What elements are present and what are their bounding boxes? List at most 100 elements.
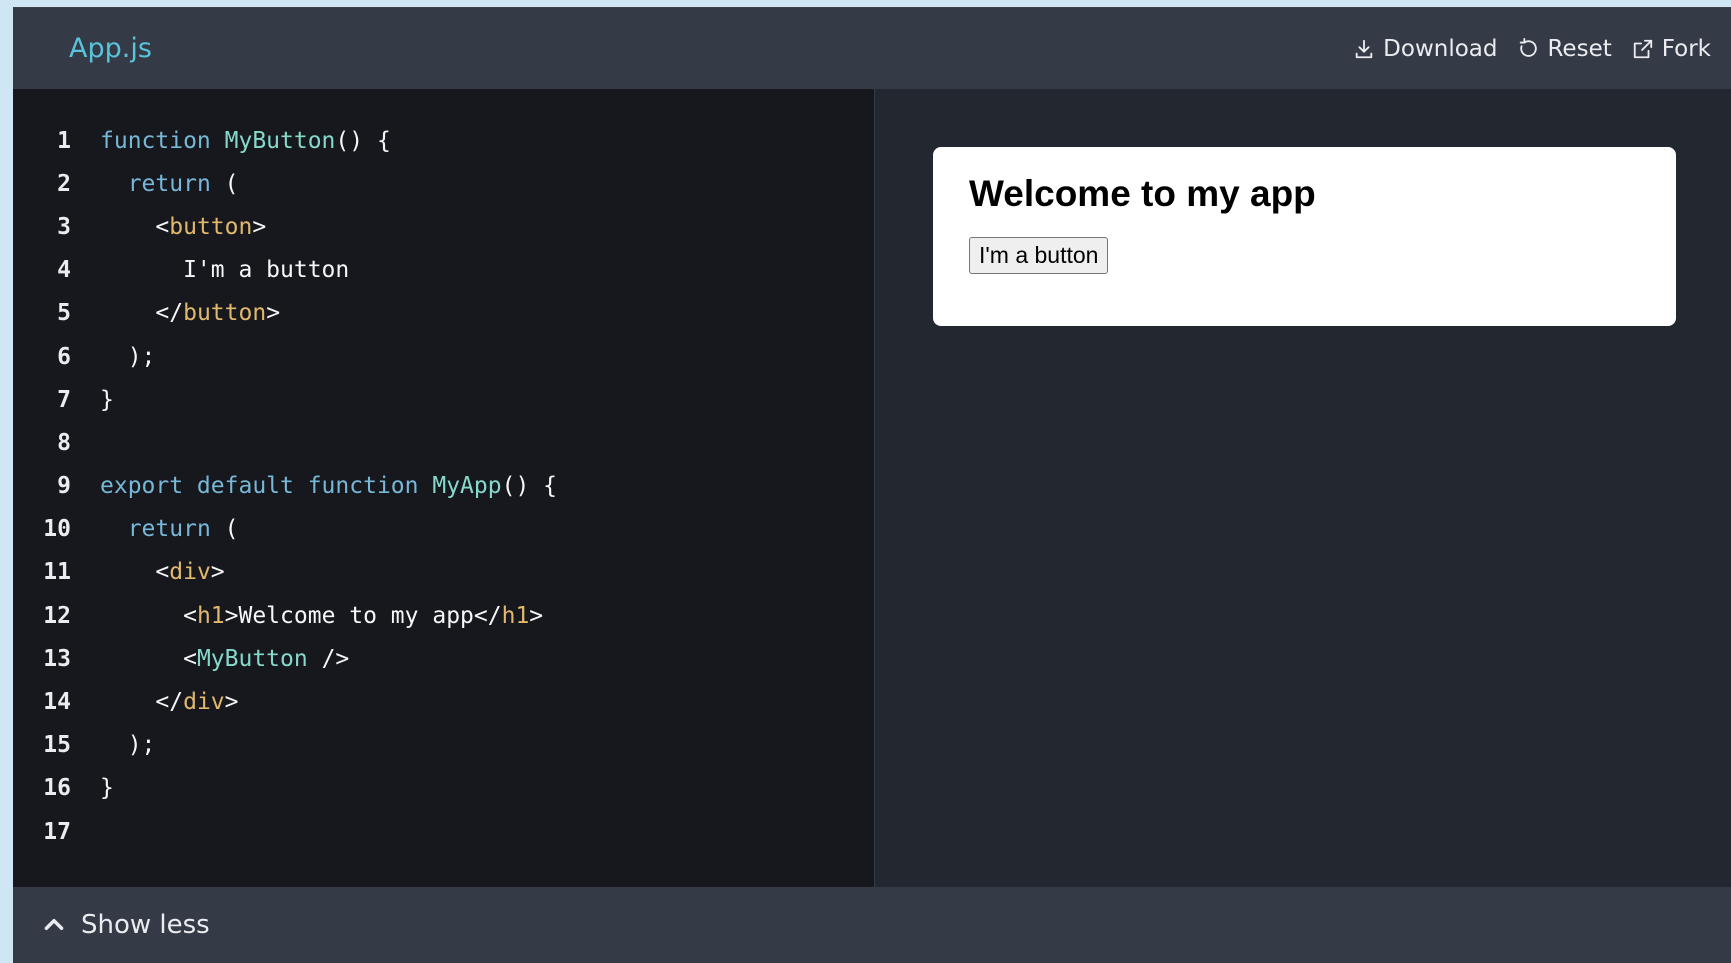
reset-icon: [1520, 37, 1538, 57]
code-token: </: [100, 689, 184, 716]
code-line[interactable]: 8: [13, 421, 874, 464]
code-text: }: [100, 387, 114, 413]
line-number: 7: [57, 386, 71, 413]
code-token: (: [210, 516, 239, 543]
code-token: >: [252, 213, 267, 240]
file-tab-app-js[interactable]: App.js: [69, 33, 152, 64]
code-line[interactable]: 14 </div>: [13, 680, 874, 723]
code-token: MyButton: [224, 127, 336, 154]
code-token: MyApp: [432, 473, 502, 500]
code-line[interactable]: 12 <h1>Welcome to my app</h1>: [13, 594, 874, 637]
sandbox-footer: Show less: [13, 887, 1731, 963]
code-line[interactable]: 16}: [13, 767, 874, 810]
code-token: </: [100, 300, 184, 327]
code-line[interactable]: 11 <div>: [13, 551, 874, 594]
code-sandbox-window: App.js Download Reset Fork 1 function My…: [13, 7, 1731, 963]
code-token: >: [224, 689, 239, 716]
code-text: function MyButton() {: [100, 128, 391, 154]
code-token: <: [100, 602, 197, 629]
line-number: 2: [57, 170, 71, 197]
line-number: 5: [57, 300, 71, 327]
code-token: (: [210, 170, 239, 197]
code-text: <MyButton />: [100, 646, 349, 672]
code-text: I'm a button: [100, 257, 349, 283]
code-token: div: [183, 689, 225, 716]
line-number: 10: [43, 516, 71, 543]
code-token: return: [127, 516, 211, 543]
code-token: >: [529, 602, 544, 629]
code-text: );: [100, 343, 156, 370]
code-text: return (: [100, 171, 239, 197]
line-number: 11: [43, 559, 71, 586]
line-number: 9: [57, 473, 71, 500]
code-text: <div>: [100, 559, 225, 586]
code-line[interactable]: 9 export default function MyApp() {: [13, 465, 874, 508]
code-editor[interactable]: 1 function MyButton() {2 return (3 <butto…: [13, 89, 875, 888]
code-text: export default function MyApp() {: [100, 473, 557, 499]
reset-label: Reset: [1547, 35, 1612, 62]
preview-button[interactable]: I'm a button: [969, 237, 1109, 274]
code-line[interactable]: 6 );: [13, 335, 874, 378]
code-token: }: [100, 775, 114, 802]
code-line[interactable]: 3 <button>: [13, 205, 874, 248]
code-text: </button>: [100, 300, 280, 326]
code-token: >: [210, 559, 225, 586]
reset-button[interactable]: Reset: [1517, 35, 1612, 62]
code-token: function: [100, 127, 225, 154]
code-line[interactable]: 4 I'm a button: [13, 249, 874, 292]
code-token: div: [169, 559, 211, 586]
header-actions: Download Reset Fork: [1353, 36, 1711, 62]
code-token: export default function: [100, 473, 433, 500]
line-number: 16: [43, 775, 71, 802]
show-less-button[interactable]: Show less: [41, 910, 210, 940]
line-number: 15: [43, 732, 71, 759]
code-token: );: [100, 343, 156, 370]
line-number: 17: [43, 818, 71, 845]
code-token: button: [169, 213, 253, 240]
code-text: return (: [100, 516, 239, 542]
code-token: }: [100, 386, 114, 413]
code-token: >: [266, 300, 281, 327]
code-token: MyButton: [196, 645, 308, 672]
preview-pane: Welcome to my app I'm a button: [875, 89, 1731, 888]
code-token: />: [307, 645, 350, 672]
code-line[interactable]: 15 );: [13, 724, 874, 767]
code-token: () {: [335, 127, 391, 154]
chevron-up-icon: [44, 918, 64, 930]
line-number: 8: [57, 429, 71, 456]
code-line[interactable]: 2 return (: [13, 162, 874, 205]
line-number: 14: [43, 689, 71, 716]
line-number: 1: [57, 127, 71, 154]
line-number: 13: [43, 645, 71, 672]
code-token: () {: [501, 473, 557, 500]
code-token: I'm a button: [100, 257, 350, 284]
code-text: </div>: [100, 689, 239, 716]
code-text: );: [100, 732, 156, 758]
line-number: 6: [57, 343, 71, 370]
download-button[interactable]: Download: [1353, 36, 1497, 62]
code-line[interactable]: 10 return (: [13, 508, 874, 551]
code-token: h1: [196, 602, 225, 629]
code-token: <: [100, 645, 197, 672]
download-icon: [1355, 39, 1373, 58]
fork-button[interactable]: Fork: [1632, 36, 1711, 62]
line-number: 12: [43, 602, 71, 629]
code-text: <h1>Welcome to my app</h1>: [100, 603, 543, 629]
code-token: >Welcome to my app</: [224, 602, 502, 629]
code-text: }: [100, 775, 114, 801]
sandbox-header: App.js Download Reset Fork: [13, 8, 1731, 89]
line-number: 4: [57, 257, 71, 284]
show-less-label: Show less: [81, 910, 210, 940]
code-line[interactable]: 13 <MyButton />: [13, 637, 874, 680]
code-line[interactable]: 5 </button>: [13, 292, 874, 335]
code-line[interactable]: 1 function MyButton() {: [13, 119, 874, 162]
code-text: <button>: [100, 214, 266, 240]
download-label: Download: [1383, 35, 1498, 62]
external-link-icon: [1633, 39, 1652, 58]
code-line[interactable]: 17: [13, 810, 874, 853]
code-line[interactable]: 7}: [13, 378, 874, 421]
code-token: <: [100, 559, 170, 586]
code-token: return: [127, 170, 211, 197]
